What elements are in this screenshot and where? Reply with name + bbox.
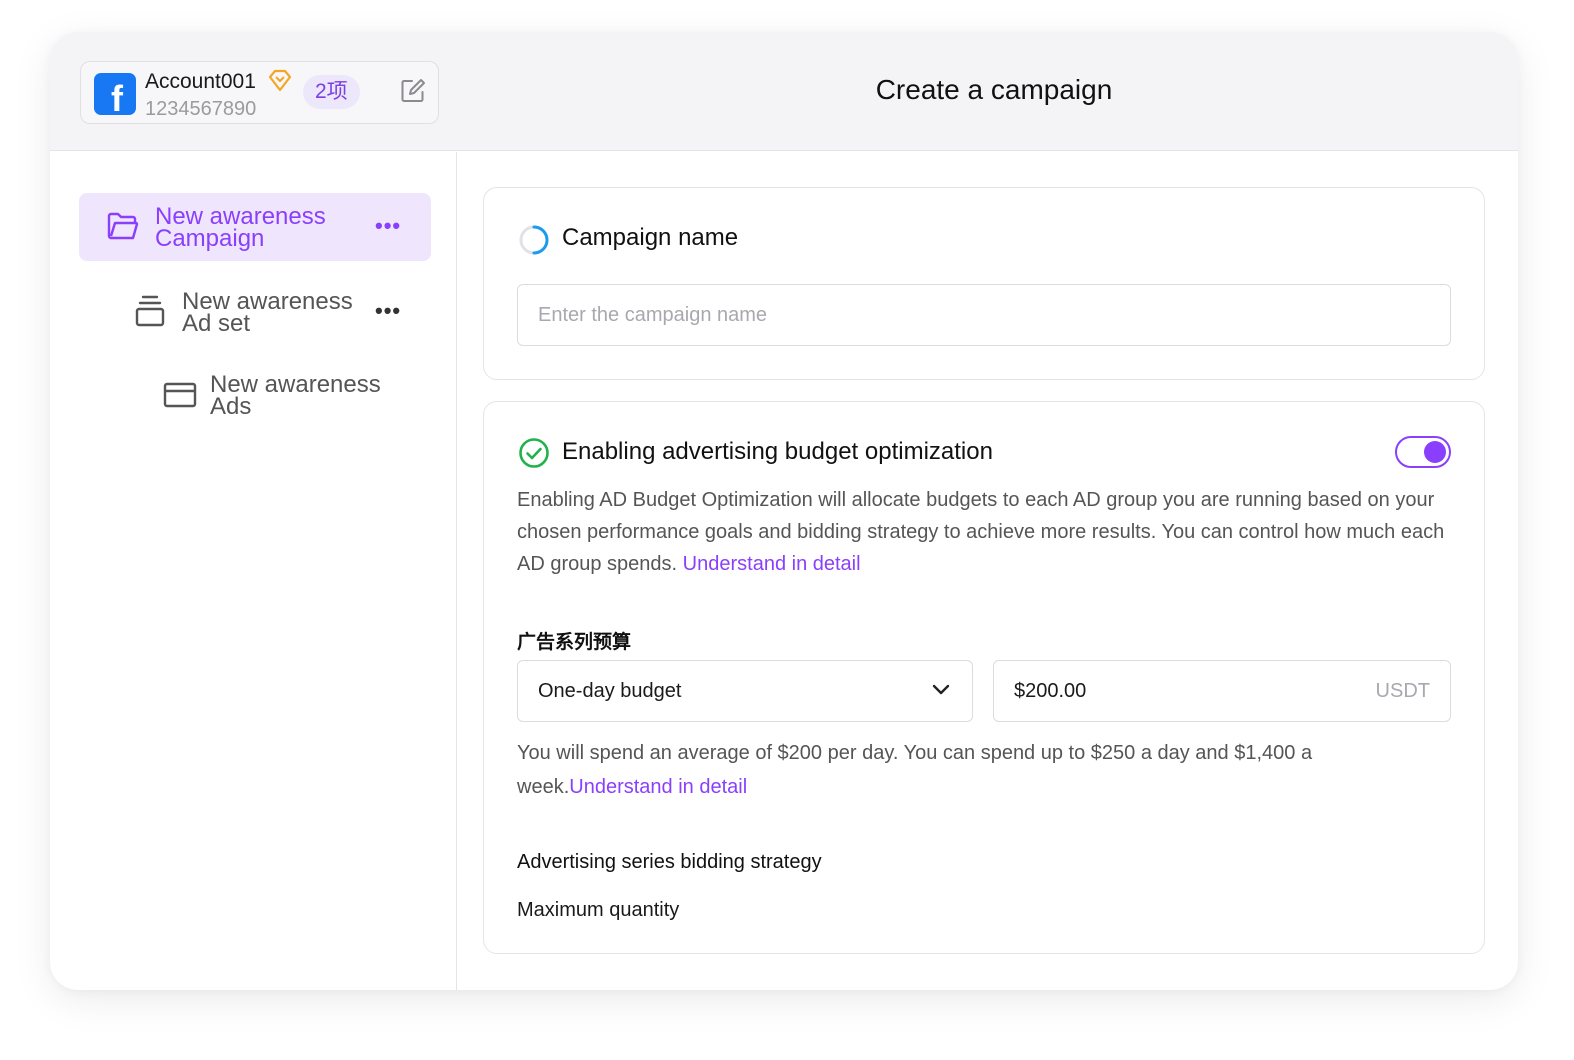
budget-optimization-toggle[interactable] xyxy=(1395,436,1451,468)
budget-optimization-description: Enabling AD Budget Optimization will all… xyxy=(517,484,1457,580)
tree-item-adset-label: New awareness Ad set xyxy=(182,288,353,337)
tree-item-adset[interactable]: New awareness Ad set ••• xyxy=(135,288,435,344)
page-title-row: Create a campaign xyxy=(50,74,1518,106)
budget-type-select[interactable]: One-day budget xyxy=(517,660,973,722)
page-title: Create a campaign xyxy=(875,74,1113,105)
campaign-name-title: Campaign name xyxy=(562,224,739,251)
budget-amount-field[interactable]: $200.00 USDT xyxy=(993,660,1451,722)
bidding-strategy-value: Maximum quantity xyxy=(517,899,680,921)
campaign-name-input[interactable] xyxy=(518,285,1450,345)
spend-note: You will spend an average of $200 per da… xyxy=(517,736,1437,804)
currency-unit: USDT xyxy=(1375,680,1430,702)
toggle-knob xyxy=(1424,441,1446,463)
stack-icon xyxy=(135,295,165,327)
folder-icon xyxy=(107,212,139,240)
more-icon[interactable]: ••• xyxy=(375,213,401,239)
more-icon[interactable]: ••• xyxy=(375,298,401,324)
budget-amount-value: $200.00 xyxy=(1014,680,1087,702)
check-circle-icon xyxy=(519,438,549,468)
top-bar: f Account001 1234567890 2项 Create a camp… xyxy=(50,32,1518,151)
loading-icon xyxy=(519,225,549,255)
campaign-name-field[interactable] xyxy=(517,284,1451,346)
tree-item-campaign[interactable]: New awareness Campaign ••• xyxy=(79,193,431,261)
series-budget-label: 广告系列预算 xyxy=(517,632,632,653)
campaign-window: f Account001 1234567890 2项 Create a camp… xyxy=(50,32,1518,990)
ad-card-icon xyxy=(163,382,197,408)
bidding-strategy-label: Advertising series bidding strategy xyxy=(517,851,822,873)
tree-item-ads-label: New awareness Ads xyxy=(210,371,381,420)
tree-item-ads[interactable]: New awareness Ads xyxy=(163,371,443,427)
main-content: Campaign name Enabling advertising budge… xyxy=(457,152,1518,990)
chevron-down-icon xyxy=(932,684,950,695)
understand-detail-link[interactable]: Understand in detail xyxy=(683,553,861,575)
campaign-name-card: Campaign name xyxy=(483,187,1485,380)
budget-optimization-card: Enabling advertising budget optimization… xyxy=(483,401,1485,954)
budget-type-value: One-day budget xyxy=(538,680,682,702)
tree-item-campaign-label: New awareness Campaign xyxy=(155,203,326,252)
description-text: Enabling AD Budget Optimization will all… xyxy=(517,489,1445,575)
spend-detail-link[interactable]: Understand in detail xyxy=(569,776,747,798)
campaign-tree: New awareness Campaign ••• New awareness… xyxy=(50,152,457,990)
budget-optimization-title: Enabling advertising budget optimization xyxy=(562,438,993,465)
